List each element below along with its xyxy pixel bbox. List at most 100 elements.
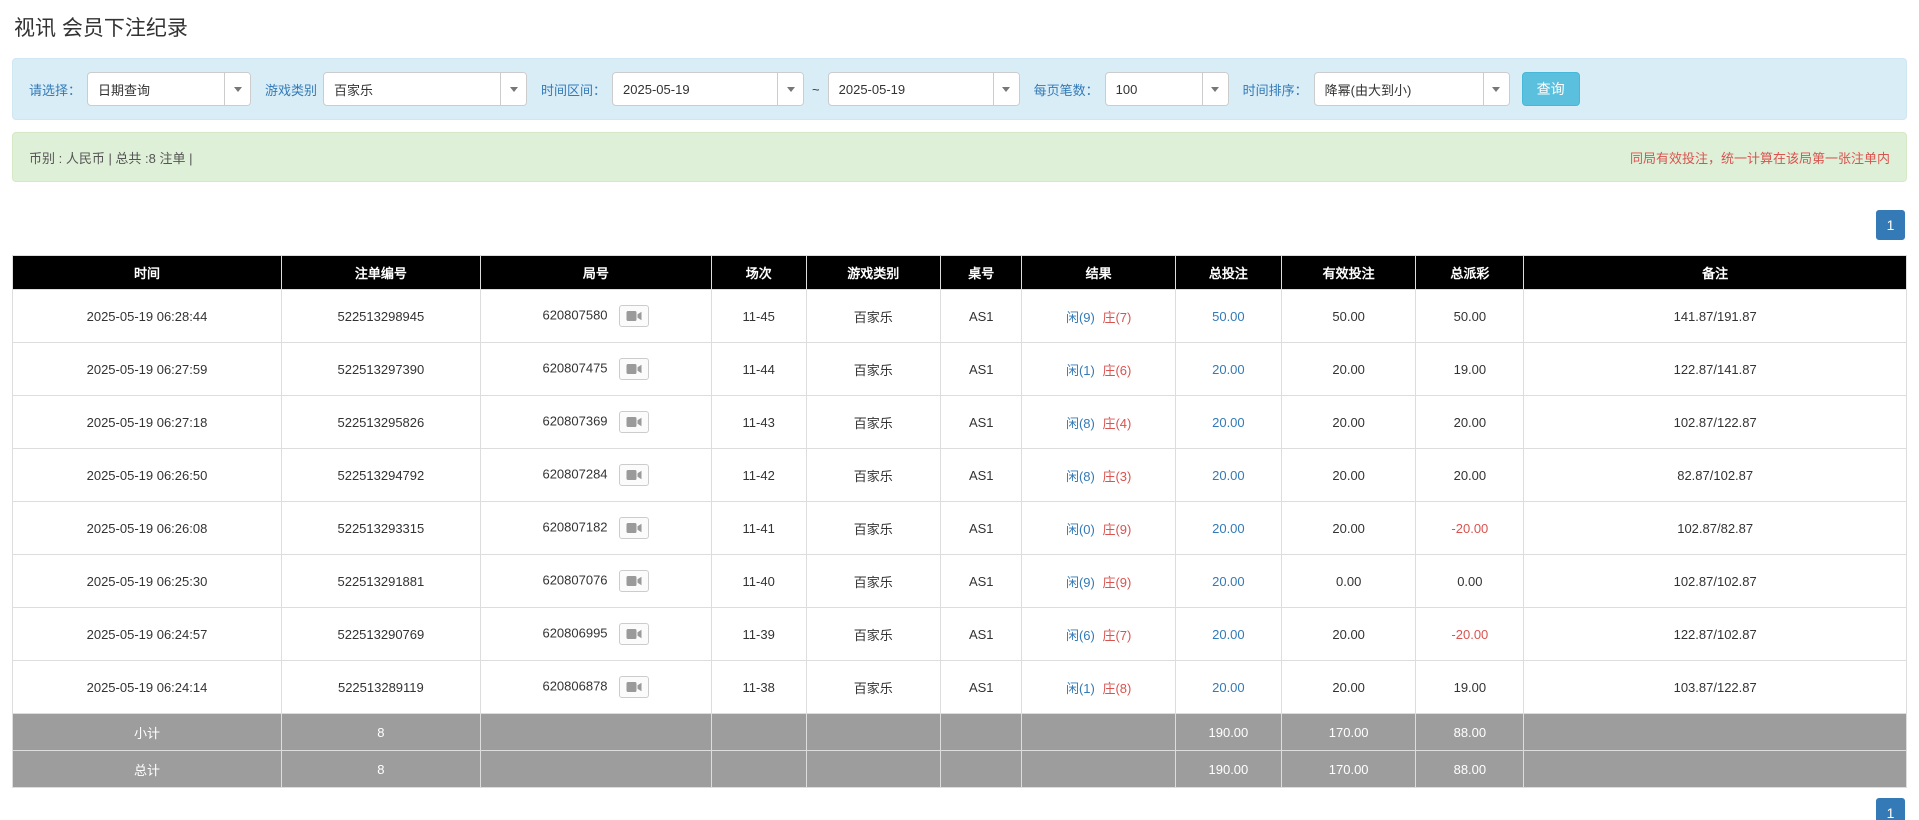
bet-record-row: 2025-05-19 06:28:44 522513298945 6208075…: [12, 289, 1907, 343]
time-range-label: 时间区间：: [541, 82, 607, 98]
round-id-text: 620806878: [542, 678, 608, 694]
cell-game-type: 百家乐: [805, 395, 942, 449]
result-player: 闲(9): [1065, 574, 1095, 590]
bet-record-row: 2025-05-19 06:24:14 522513289119 6208068…: [12, 660, 1907, 714]
empty-cell: [1021, 750, 1176, 788]
total-bet-link[interactable]: 20.00: [1212, 468, 1245, 483]
cell-round-id: 620806995: [479, 607, 712, 661]
video-camera-icon: [626, 682, 642, 692]
empty-cell: [805, 750, 942, 788]
chevron-down-icon: [786, 86, 795, 92]
video-replay-button[interactable]: [619, 464, 650, 486]
cell-table-no: AS1: [940, 342, 1023, 396]
result-banker: 庄(4): [1102, 415, 1132, 431]
search-button[interactable]: 查询: [1521, 72, 1580, 106]
video-camera-icon: [626, 417, 642, 427]
video-replay-button[interactable]: [619, 411, 650, 433]
cell-valid-bet: 20.00: [1280, 607, 1417, 661]
query-type-label: 请选择：: [29, 82, 82, 98]
cell-session: 11-45: [710, 289, 807, 343]
date-from-value: 2025-05-19: [623, 81, 690, 97]
page-1-button[interactable]: 1: [1876, 798, 1905, 820]
date-to-caret-button[interactable]: [992, 73, 1019, 105]
cell-note: 82.87/102.87: [1523, 448, 1907, 502]
cell-result: 闲(8) 庄(4): [1021, 395, 1176, 449]
date-from-dropdown[interactable]: 2025-05-19: [612, 72, 805, 106]
game-type-dropdown[interactable]: 百家乐: [323, 72, 528, 106]
total-bet-link[interactable]: 20.00: [1212, 574, 1245, 589]
query-type-caret-button[interactable]: [224, 73, 251, 105]
column-header: 注单编号: [280, 255, 481, 290]
cell-payout: 19.00: [1415, 342, 1525, 396]
empty-cell: [710, 713, 807, 751]
result-player: 闲(1): [1065, 680, 1095, 696]
cell-round-id: 620807076: [479, 554, 712, 608]
result-banker: 庄(6): [1102, 362, 1132, 378]
result-player: 闲(6): [1065, 627, 1095, 643]
total-bet-link[interactable]: 20.00: [1212, 362, 1245, 377]
total-bet-link[interactable]: 20.00: [1212, 627, 1245, 642]
cell-bet-id: 522513289119: [280, 660, 481, 714]
grand-total-valid-bet: 170.00: [1280, 750, 1417, 788]
chevron-down-icon: [1002, 86, 1011, 92]
empty-cell: [1021, 713, 1176, 751]
total-bet-link[interactable]: 20.00: [1212, 680, 1245, 695]
cell-result: 闲(9) 庄(7): [1021, 289, 1176, 343]
cell-table-no: AS1: [940, 554, 1023, 608]
cell-result: 闲(8) 庄(3): [1021, 448, 1176, 502]
video-replay-button[interactable]: [619, 570, 650, 592]
result-player: 闲(8): [1065, 415, 1095, 431]
round-id-text: 620807369: [542, 413, 608, 429]
video-replay-button[interactable]: [619, 623, 650, 645]
cell-note: 122.87/141.87: [1523, 342, 1907, 396]
cell-note: 103.87/122.87: [1523, 660, 1907, 714]
cell-table-no: AS1: [940, 289, 1023, 343]
subtotal-count: 8: [280, 713, 481, 751]
cell-note: 122.87/102.87: [1523, 607, 1907, 661]
cell-valid-bet: 20.00: [1280, 660, 1417, 714]
bet-record-row: 2025-05-19 06:27:18 522513295826 6208073…: [12, 395, 1907, 449]
page-container: 视讯 会员下注纪录 请选择： 日期查询 游戏类别 百家乐 时间区间： 2025-…: [0, 12, 1919, 820]
cell-valid-bet: 50.00: [1280, 289, 1417, 343]
column-header: 总派彩: [1415, 255, 1525, 290]
column-header: 桌号: [940, 255, 1023, 290]
empty-cell: [1523, 750, 1907, 788]
cell-round-id: 620807475: [479, 342, 712, 396]
cell-result: 闲(6) 庄(7): [1021, 607, 1176, 661]
chevron-down-icon: [509, 86, 518, 92]
page-1-button[interactable]: 1: [1876, 210, 1905, 240]
column-header: 备注: [1523, 255, 1907, 290]
chevron-down-icon: [233, 86, 242, 92]
game-type-caret-button[interactable]: [500, 73, 527, 105]
cell-time: 2025-05-19 06:24:57: [12, 607, 282, 661]
cell-round-id: 620807182: [479, 501, 712, 555]
cell-total-bet: 20.00: [1174, 554, 1282, 608]
round-id-text: 620807580: [542, 307, 608, 323]
page-size-dropdown[interactable]: 100: [1104, 72, 1229, 106]
result-banker: 庄(9): [1102, 521, 1132, 537]
video-replay-button[interactable]: [619, 305, 650, 327]
query-type-dropdown[interactable]: 日期查询: [87, 72, 252, 106]
video-camera-icon: [626, 629, 642, 639]
sort-order-dropdown[interactable]: 降幂(由大到小): [1313, 72, 1510, 106]
cell-payout: 20.00: [1415, 448, 1525, 502]
sort-order-caret-button[interactable]: [1482, 73, 1509, 105]
video-camera-icon: [626, 364, 642, 374]
video-replay-button[interactable]: [619, 358, 650, 380]
date-from-caret-button[interactable]: [777, 73, 804, 105]
pagination-bottom: 1: [12, 798, 1905, 820]
result-banker: 庄(7): [1102, 309, 1132, 325]
page-size-caret-button[interactable]: [1201, 73, 1228, 105]
cell-total-bet: 20.00: [1174, 342, 1282, 396]
empty-cell: [805, 713, 942, 751]
total-bet-link[interactable]: 20.00: [1212, 521, 1245, 536]
date-to-dropdown[interactable]: 2025-05-19: [827, 72, 1020, 106]
video-replay-button[interactable]: [619, 676, 650, 698]
cell-table-no: AS1: [940, 660, 1023, 714]
total-bet-link[interactable]: 20.00: [1212, 415, 1245, 430]
game-type-value: 百家乐: [334, 82, 374, 98]
cell-session: 11-38: [710, 660, 807, 714]
cell-game-type: 百家乐: [805, 289, 942, 343]
video-replay-button[interactable]: [619, 517, 650, 539]
total-bet-link[interactable]: 50.00: [1212, 309, 1245, 324]
